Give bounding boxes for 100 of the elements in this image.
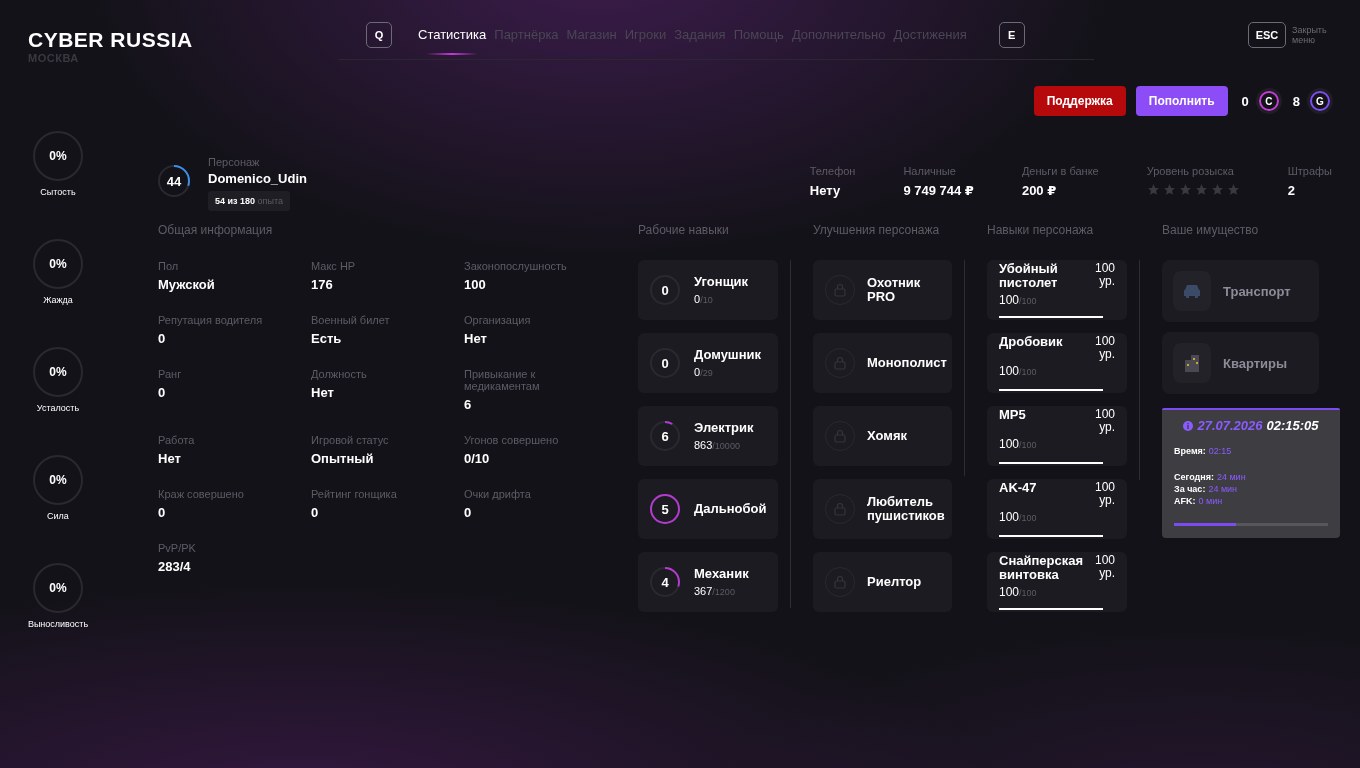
progress-value: 863 xyxy=(694,439,713,451)
field-label: Угонов совершено xyxy=(464,434,560,446)
upgrade-name: Риелтор xyxy=(867,575,922,589)
field-value: 6 xyxy=(464,397,473,412)
field-label: Краж совершено xyxy=(158,488,245,500)
ring-value: 5 xyxy=(661,502,669,516)
field-label: Привыкание к медикаментам xyxy=(464,368,541,392)
stat-value: 9 749 744 ₽ xyxy=(903,183,974,198)
weapon-grade: 100 ур. xyxy=(1093,481,1115,507)
currency-amount: 8 xyxy=(1292,93,1300,109)
field-value: 0 xyxy=(158,385,167,400)
field-value: 176 xyxy=(311,277,334,292)
tooltip-label: AFK: xyxy=(1174,495,1196,507)
field-value: 100 xyxy=(464,277,487,292)
stat-label: Телефон xyxy=(809,165,856,177)
skill-name: Дальнобой xyxy=(694,502,767,516)
tooltip-label: Время: xyxy=(1174,445,1206,457)
upgrade-name: Хомяк xyxy=(867,429,907,443)
weapon-grade: 100 ур. xyxy=(1093,262,1115,288)
field-label: Рейтинг гонщика xyxy=(311,488,398,500)
field-value: Мужской xyxy=(158,277,216,292)
need-label: Жажда xyxy=(43,295,73,305)
star-icon xyxy=(1146,183,1160,196)
building-icon xyxy=(1183,354,1201,372)
close-key[interactable]: ESC xyxy=(1248,22,1286,48)
field-value: Опытный xyxy=(311,451,375,466)
field-label: Должность xyxy=(311,368,368,380)
field-label: Работа xyxy=(158,434,196,446)
lock-icon xyxy=(834,356,846,370)
need-ring xyxy=(33,455,83,505)
ring-value: 0 xyxy=(661,283,669,297)
field-label: Пол xyxy=(158,260,180,272)
need-ring xyxy=(33,347,83,397)
weapon-grade: 100 ур. xyxy=(1093,554,1115,580)
support-button[interactable]: Поддержка xyxy=(1033,86,1126,116)
field-value: Есть xyxy=(311,331,343,346)
need-ring xyxy=(33,563,83,613)
ring-value: 6 xyxy=(661,429,669,443)
property-card[interactable]: Транспорт xyxy=(1162,260,1319,322)
section-title: Улучшения персонажа xyxy=(813,223,941,239)
field-value: 283/4 xyxy=(158,559,192,574)
skill-ring xyxy=(650,567,680,597)
star-icon xyxy=(1226,183,1240,196)
skill-name: Домушник xyxy=(694,348,762,362)
section-title: Общая информация xyxy=(158,223,274,239)
previous-tab-key[interactable]: Q xyxy=(366,21,392,48)
skill-name: Электрик xyxy=(694,421,754,435)
stat-label: Уровень розыска xyxy=(1146,165,1235,177)
field-value: Нет xyxy=(158,451,182,466)
weapon-name: Снайперская винтовка xyxy=(999,554,1084,582)
weapon-name: MP5 xyxy=(999,408,1027,422)
currency-badge: G xyxy=(1310,91,1330,111)
field-value: 0 xyxy=(464,505,473,520)
weapon-grade: 100 ур. xyxy=(1093,408,1115,434)
weapon-grade: 100 ур. xyxy=(1093,335,1115,361)
property-card[interactable]: Квартиры xyxy=(1162,332,1319,394)
progress-max: /100 xyxy=(1019,440,1037,450)
ring-value: 0 xyxy=(661,356,669,370)
field-label: PvP/PK xyxy=(158,542,197,554)
progress-max: /100 xyxy=(1019,513,1037,523)
field-value: 0/10 xyxy=(464,451,491,466)
close-menu-label: Закрыть меню xyxy=(1292,25,1328,45)
nav-tab[interactable]: Статистика xyxy=(418,27,487,54)
info-icon xyxy=(1183,420,1194,431)
skill-ring xyxy=(650,494,680,524)
need-ring xyxy=(33,239,83,289)
next-tab-key[interactable]: E xyxy=(998,21,1025,48)
ring-value: 0% xyxy=(49,582,67,594)
need-label: Усталость xyxy=(36,403,80,413)
progress-value: 0 xyxy=(694,366,701,378)
progress-value: 100 xyxy=(999,437,1020,451)
skill-name: Механик xyxy=(694,567,749,581)
progress-value: 100 xyxy=(999,364,1020,378)
need-label: Сытость xyxy=(40,187,76,197)
tooltip-value: 24 мин xyxy=(1208,483,1238,495)
field-value: 0 xyxy=(158,505,167,520)
field-label: Очки дрифта xyxy=(464,488,532,500)
progress-value: 0 xyxy=(694,293,701,305)
tooltip-label: За час: xyxy=(1174,483,1206,495)
star-icon xyxy=(1210,183,1224,196)
ring-value: 44 xyxy=(166,174,182,187)
field-label: Законопослушность xyxy=(464,260,568,272)
upgrade-name: Любитель пушистиков xyxy=(867,495,945,523)
progress-value: 367 xyxy=(694,585,713,597)
property-name: Квартиры xyxy=(1223,355,1288,371)
upgrade-name: Монополист xyxy=(867,356,947,370)
progress-max: /10 xyxy=(700,295,713,305)
stat-value: 2 xyxy=(1287,183,1296,198)
ring-value: 0% xyxy=(49,150,67,162)
progress-max: /29 xyxy=(700,368,713,378)
progress-value: 100 xyxy=(999,293,1020,307)
character-label: Персонаж xyxy=(208,156,261,168)
progress-max: /100 xyxy=(1019,296,1037,306)
lock-icon xyxy=(834,575,846,589)
tooltip-value: 24 мин xyxy=(1216,471,1246,483)
weapon-name: Дробовик xyxy=(999,335,1064,349)
lock-icon xyxy=(834,283,846,297)
ring-value: 0% xyxy=(49,366,67,378)
weapon-name: Убойный пистолет xyxy=(999,262,1059,290)
top-up-button[interactable]: Пополнить xyxy=(1135,86,1228,116)
